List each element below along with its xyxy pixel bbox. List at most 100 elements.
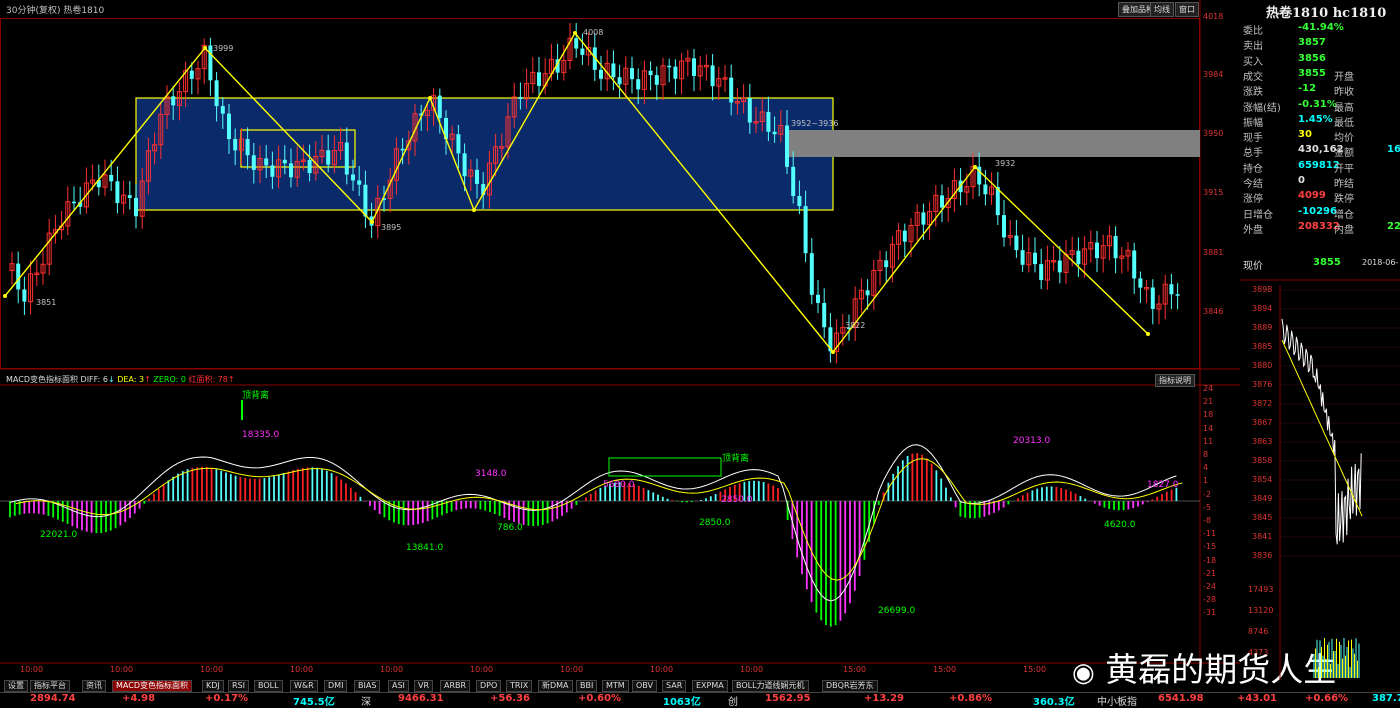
macd-area-label: 4620.0	[1104, 520, 1136, 530]
indicator-tab[interactable]: 指标平台	[30, 680, 70, 692]
candle-down	[803, 206, 808, 254]
candle-down	[1020, 250, 1025, 265]
quote-label: 总手	[1243, 148, 1263, 160]
quote-label: 昨结	[1334, 179, 1354, 190]
indicator-tab[interactable]: BOLL	[254, 680, 283, 692]
zigzag-point	[831, 350, 835, 354]
cy-pct: +0.86%	[949, 693, 993, 704]
macd-axis-tick: 1	[1203, 476, 1209, 486]
quote-label: 涨幅(结)	[1243, 102, 1281, 114]
candle-down	[766, 111, 771, 132]
indicator-tab[interactable]: MTM	[602, 680, 629, 692]
zigzag-point	[1146, 332, 1150, 336]
candle-down	[282, 159, 287, 164]
candle-down	[357, 180, 362, 185]
macd-axis-tick: -2	[1203, 489, 1211, 499]
candle-down	[921, 212, 926, 225]
candle-down	[1150, 287, 1155, 309]
indicator-tab[interactable]: BIAS	[354, 680, 381, 692]
candle-down	[233, 139, 238, 151]
indicator-tab[interactable]: VR	[414, 680, 434, 692]
price-gap-zone	[789, 130, 1200, 157]
window-button[interactable]: 窗口	[1175, 2, 1199, 17]
macd-label-top-divergence: 顶背离	[722, 454, 750, 464]
indicator-tab[interactable]: BBI	[576, 680, 598, 692]
indicator-tab[interactable]: MACD变色指标面积	[112, 680, 192, 692]
macd-axis-tick: -15	[1203, 542, 1217, 552]
indicator-tab[interactable]: TRIX	[506, 680, 533, 692]
macd-label-top-divergence: 顶背离	[242, 391, 270, 401]
indicator-tab[interactable]: KDJ	[202, 680, 224, 692]
quote-value: 3855	[1298, 67, 1326, 79]
quote-value: 16	[1387, 144, 1400, 156]
indicator-tab[interactable]: 设置	[4, 680, 28, 692]
quote-title: 热卷1810 hc1810	[1266, 6, 1387, 21]
macd-zero: ZERO: 0	[153, 375, 186, 384]
indicator-tab[interactable]: OBV	[632, 680, 658, 692]
candle-down	[134, 197, 138, 217]
indicator-tab[interactable]: SAR	[662, 680, 687, 692]
price-tick: 3846	[1203, 307, 1224, 316]
kline-chart[interactable]	[0, 0, 1240, 678]
intraday-mini-chart	[1240, 279, 1400, 680]
candle-down	[1169, 284, 1174, 295]
quote-label: 振幅	[1243, 117, 1263, 129]
cy-change: +13.29	[864, 693, 905, 704]
candle-down	[437, 95, 442, 119]
candle-down	[326, 150, 331, 165]
time-axis-label: 10:00	[20, 665, 44, 674]
quote-value: 4099	[1298, 190, 1326, 202]
macd-area-label: 3148.0	[475, 469, 507, 479]
candle-down	[115, 181, 120, 204]
quote-label: 涨停	[1243, 194, 1263, 206]
macd-axis-tick: 21	[1203, 397, 1214, 407]
quote-label: 外盘	[1243, 224, 1263, 236]
candle-down	[1014, 235, 1019, 251]
weibo-logo-icon: ◉	[1072, 658, 1095, 688]
quote-label: 持仓	[1243, 163, 1263, 175]
indicator-tab[interactable]: DBQR岩芳东	[822, 680, 878, 692]
macd-area-label: 5680.0	[603, 480, 635, 490]
candle-down	[648, 70, 653, 76]
quote-label: 开盘	[1334, 71, 1354, 83]
macd-area-label: 22021.0	[40, 530, 78, 540]
ma-button[interactable]: 均线	[1150, 2, 1174, 17]
macd-area-label: 26699.0	[878, 606, 916, 616]
zxb-pct: +0.66%	[1305, 693, 1349, 704]
label-low-3895: 3895	[381, 223, 402, 232]
quote-label: 现手	[1243, 133, 1263, 145]
candle-down	[580, 48, 585, 55]
macd-axis-tick: -5	[1203, 502, 1211, 512]
macd-dea: DEA: 3	[117, 375, 145, 384]
macd-red-area: 红面积: 78	[188, 375, 228, 384]
candle-down	[16, 263, 21, 290]
indicator-tab[interactable]: W&R	[290, 680, 318, 692]
macd-axis-tick: 11	[1203, 436, 1214, 446]
candle-down	[189, 70, 194, 79]
zxb-index: 6541.98	[1158, 693, 1204, 704]
indicator-tab[interactable]: ARBR	[440, 680, 471, 692]
macd-area-label: 2850.0	[721, 495, 753, 505]
candle-down	[673, 66, 678, 79]
indicator-help-button[interactable]: 指标说明	[1155, 374, 1195, 387]
indicator-tab[interactable]: 新DMA	[538, 680, 573, 692]
indicator-tab[interactable]: BOLL力道线娴元机	[732, 680, 809, 692]
macd-axis-tick: 18	[1203, 410, 1214, 420]
zxb-amount: 387.7	[1372, 693, 1400, 704]
candle-down	[884, 260, 889, 268]
candle-down	[785, 125, 789, 167]
indicator-tab[interactable]: EXPMA	[692, 680, 728, 692]
candle-down	[289, 163, 293, 178]
candle-down	[475, 169, 479, 184]
current-price-value: 3855	[1313, 257, 1341, 268]
quote-label: 委比	[1243, 26, 1263, 37]
time-axis-label: 10:00	[200, 665, 224, 674]
candle-down	[1076, 250, 1081, 265]
indicator-tab[interactable]: DPO	[476, 680, 502, 692]
indicator-tab[interactable]: DMI	[324, 680, 348, 692]
time-axis-label: 15:00	[933, 665, 957, 674]
indicator-tab[interactable]: ASI	[388, 680, 409, 692]
candle-down	[22, 289, 27, 302]
indicator-tab[interactable]: 资讯	[82, 680, 106, 692]
indicator-tab[interactable]: RSI	[228, 680, 249, 692]
